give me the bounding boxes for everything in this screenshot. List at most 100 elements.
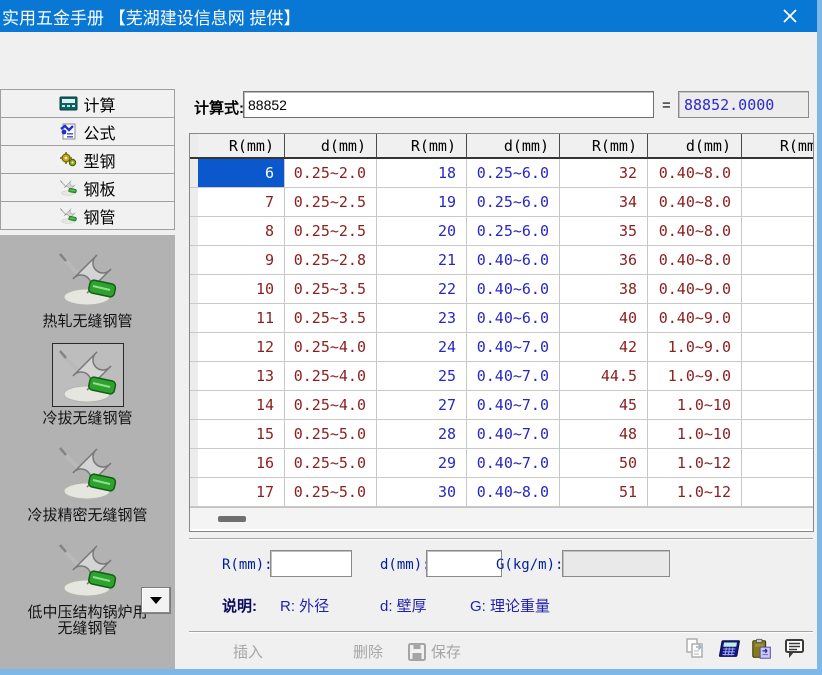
table-cell[interactable]: 45 — [560, 391, 648, 420]
table-cell[interactable]: 0.25~5.0 — [285, 420, 377, 449]
paste-icon[interactable] — [750, 637, 774, 661]
table-cell[interactable]: 0.25~3.5 — [285, 275, 377, 304]
table-cell[interactable]: 42 — [560, 333, 648, 362]
sidebar-button-calc[interactable]: 计算 — [0, 89, 175, 118]
table-cell[interactable]: 1.0~10 — [648, 391, 742, 420]
horizontal-scrollbar[interactable] — [190, 507, 813, 529]
table-cell[interactable] — [742, 420, 814, 449]
table-cell[interactable]: 0.40~7.0 — [467, 449, 560, 478]
tool-item-hot-rolled[interactable]: 热轧无缝钢管 — [0, 247, 175, 330]
table-cell[interactable]: 0.40~8.0 — [648, 217, 742, 246]
table-cell[interactable]: 21 — [377, 246, 467, 275]
table-cell[interactable]: 9 — [198, 246, 285, 275]
table-cell[interactable]: 0.40~7.0 — [467, 420, 560, 449]
table-cell[interactable]: 0.40~8.0 — [648, 188, 742, 217]
sidebar-button-steel-plate[interactable]: 钢板 — [0, 173, 175, 202]
table-cell[interactable]: 1.0~9.0 — [648, 362, 742, 391]
table-cell[interactable]: 0.40~8.0 — [467, 478, 560, 507]
table-cell[interactable]: 51 — [560, 478, 648, 507]
table-cell[interactable]: 0.40~6.0 — [467, 304, 560, 333]
table-cell[interactable]: 19 — [377, 188, 467, 217]
table-cell[interactable]: 23 — [377, 304, 467, 333]
table-cell[interactable]: 27 — [377, 391, 467, 420]
table-cell[interactable]: 0.40~9.0 — [648, 304, 742, 333]
table-cell[interactable]: 6 — [198, 159, 285, 188]
table-cell[interactable]: 44.5 — [560, 362, 648, 391]
table-cell[interactable]: 0.25~2.5 — [285, 188, 377, 217]
table-cell[interactable]: 18 — [377, 159, 467, 188]
table-cell[interactable]: 1.0~10 — [648, 420, 742, 449]
table-cell[interactable]: 0.25~6.0 — [467, 217, 560, 246]
table-cell[interactable]: 0.25~3.5 — [285, 304, 377, 333]
table-cell[interactable]: 36 — [560, 246, 648, 275]
table-cell[interactable]: 0.25~5.0 — [285, 449, 377, 478]
r-input[interactable] — [270, 550, 352, 577]
scrollbar-thumb[interactable] — [218, 516, 246, 522]
delete-button[interactable]: 删除 — [353, 641, 383, 662]
table-cell[interactable]: 1.0~9.0 — [648, 333, 742, 362]
table-cell[interactable]: 0.25~2.8 — [285, 246, 377, 275]
table-cell[interactable]: 28 — [377, 420, 467, 449]
comment-icon[interactable] — [783, 637, 807, 661]
table-cell[interactable]: 32 — [560, 159, 648, 188]
table-cell[interactable]: 38 — [560, 275, 648, 304]
table-cell[interactable] — [742, 159, 814, 188]
copy-page-icon[interactable] — [684, 637, 708, 661]
table-cell[interactable]: 0.40~8.0 — [648, 246, 742, 275]
calculator-icon[interactable] — [717, 637, 741, 661]
table-cell[interactable]: 22 — [377, 275, 467, 304]
sidebar-button-steel-pipe[interactable]: 钢管 — [0, 201, 175, 230]
table-cell[interactable] — [742, 217, 814, 246]
table-cell[interactable]: 40 — [560, 304, 648, 333]
insert-button[interactable]: 插入 — [233, 641, 263, 662]
table-cell[interactable]: 0.25~5.0 — [285, 478, 377, 507]
close-button[interactable] — [775, 5, 805, 27]
table-cell[interactable]: 8 — [198, 217, 285, 246]
table-cell[interactable]: 0.25~2.0 — [285, 159, 377, 188]
table-cell[interactable] — [742, 246, 814, 275]
table-cell[interactable]: 0.25~6.0 — [467, 188, 560, 217]
table-cell[interactable] — [742, 449, 814, 478]
table-cell[interactable]: 15 — [198, 420, 285, 449]
table-cell[interactable]: 0.25~4.0 — [285, 362, 377, 391]
table-cell[interactable]: 35 — [560, 217, 648, 246]
table-cell[interactable]: 30 — [377, 478, 467, 507]
table-cell[interactable]: 24 — [377, 333, 467, 362]
sidebar-button-formula[interactable]: 公式 — [0, 117, 175, 146]
table-cell[interactable] — [742, 362, 814, 391]
table-cell[interactable]: 13 — [198, 362, 285, 391]
table-cell[interactable] — [742, 188, 814, 217]
table-cell[interactable]: 16 — [198, 449, 285, 478]
table-cell[interactable]: 1.0~12 — [648, 478, 742, 507]
table-cell[interactable]: 17 — [198, 478, 285, 507]
table-cell[interactable]: 14 — [198, 391, 285, 420]
tool-item-cold-drawn[interactable]: 冷拔无缝钢管 — [0, 344, 175, 427]
table-cell[interactable]: 7 — [198, 188, 285, 217]
table-cell[interactable]: 25 — [377, 362, 467, 391]
table-cell[interactable]: 0.25~2.5 — [285, 217, 377, 246]
table-cell[interactable]: 0.40~6.0 — [467, 246, 560, 275]
table-cell[interactable]: 20 — [377, 217, 467, 246]
table-cell[interactable]: 0.40~7.0 — [467, 362, 560, 391]
table-cell[interactable]: 10 — [198, 275, 285, 304]
table-cell[interactable] — [742, 304, 814, 333]
table-cell[interactable]: 0.40~6.0 — [467, 275, 560, 304]
table-cell[interactable]: 11 — [198, 304, 285, 333]
table-cell[interactable]: 48 — [560, 420, 648, 449]
save-button[interactable]: 保存 — [407, 641, 461, 662]
table-cell[interactable] — [742, 333, 814, 362]
calc-expression-input[interactable] — [243, 91, 654, 118]
table-cell[interactable] — [742, 275, 814, 304]
table-cell[interactable] — [742, 478, 814, 507]
table-cell[interactable]: 1.0~12 — [648, 449, 742, 478]
tool-list-dropdown-button[interactable] — [141, 587, 171, 614]
table-cell[interactable]: 34 — [560, 188, 648, 217]
table-cell[interactable]: 50 — [560, 449, 648, 478]
table-cell[interactable]: 0.40~9.0 — [648, 275, 742, 304]
table-cell[interactable]: 0.25~4.0 — [285, 391, 377, 420]
sidebar-button-section-steel[interactable]: 型钢 — [0, 145, 175, 174]
d-input[interactable] — [426, 550, 502, 577]
table-cell[interactable]: 29 — [377, 449, 467, 478]
table-cell[interactable]: 0.40~8.0 — [648, 159, 742, 188]
table-cell[interactable]: 12 — [198, 333, 285, 362]
